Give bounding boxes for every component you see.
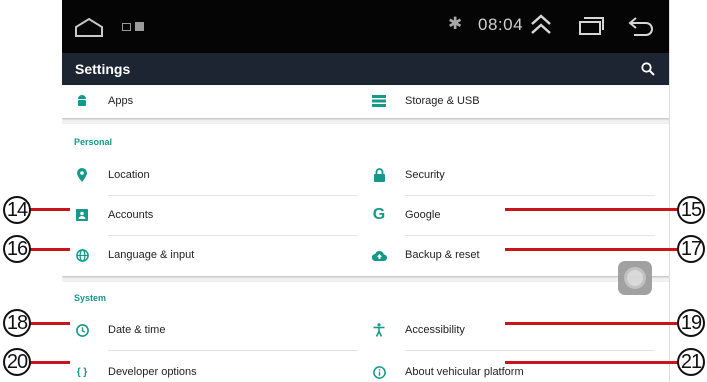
notification-icons [122,22,144,31]
settings-item-label: Accessibility [405,324,465,336]
callout-number: 15 [677,196,705,224]
callout-line [505,208,681,211]
settings-item-label: Google [405,209,441,221]
callout-number: 14 [3,196,31,224]
settings-item-label: About vehicular platform [405,366,524,378]
app-bar: Settings [62,53,669,85]
cloud-upload-icon [371,247,387,263]
callout-number: 19 [677,309,705,337]
settings-item-location[interactable]: Location [62,156,352,194]
settings-item-label: Apps [108,95,134,107]
settings-item-date-time[interactable]: Date & time [62,311,352,349]
storage-icon [371,93,387,109]
settings-item-label: Language & input [108,249,195,261]
page-title: Settings [75,61,131,77]
settings-item-label: Date & time [108,324,166,336]
double-chevron-up-icon[interactable] [528,12,554,38]
floating-assist-button[interactable] [618,261,652,295]
settings-card-device: Apps Storage & USB [62,82,669,120]
settings-card-personal: Personal Location Security Accounts G Go… [62,124,669,276]
settings-item-label: Backup & reset [405,249,480,261]
divider [108,350,358,351]
settings-item-label: Security [405,169,445,181]
settings-item-label: Accounts [108,209,154,221]
settings-item-label: Developer options [108,366,197,378]
home-icon[interactable] [74,16,104,38]
section-title-personal: Personal [74,137,113,147]
status-clock: 08:04 [478,15,524,34]
settings-item-accounts[interactable]: Accounts [62,196,352,234]
braces-icon: { } [76,366,88,378]
bluetooth-icon: ✱ [448,14,463,33]
section-title-system: System [74,293,107,303]
accessibility-icon [371,322,387,338]
search-icon[interactable] [640,61,656,77]
settings-item-backup[interactable]: Backup & reset [364,236,654,274]
google-icon: G [372,206,386,223]
notification-square-icon [135,22,144,31]
settings-item-label: Location [108,169,150,181]
account-icon [74,207,90,223]
globe-icon [74,247,90,263]
callout-number: 18 [3,309,31,337]
callout-number: 17 [677,235,705,263]
settings-item-about[interactable]: About vehicular platform [364,353,654,382]
callout-line [505,361,681,364]
settings-item-language[interactable]: Language & input [62,236,352,274]
callout-line [30,208,70,211]
clock-icon [74,322,90,338]
settings-item-label: Storage & USB [405,95,480,107]
settings-item-security[interactable]: Security [364,156,654,194]
callout-number: 16 [3,235,31,263]
status-bar: ✱ 08:04 [62,0,669,53]
info-icon [371,364,387,380]
callout-number: 21 [677,348,705,376]
callout-number: 20 [3,348,31,376]
android-icon [74,93,90,109]
divider [405,350,655,351]
assist-ring-icon [624,267,646,289]
settings-item-google[interactable]: G Google [364,196,654,234]
callout-line [30,248,70,251]
lock-icon [371,167,387,183]
callout-line [30,361,70,364]
callout-line [505,322,681,325]
recents-icon[interactable] [577,14,605,38]
callout-line [505,248,681,251]
settings-item-developer-options[interactable]: { } Developer options [62,353,352,382]
notification-image-icon [122,22,131,31]
location-pin-icon [74,167,90,183]
settings-card-system: System Date & time Accessibility { } Dev… [62,282,669,382]
callout-line [30,322,70,325]
settings-item-apps[interactable]: Apps [62,82,352,120]
settings-item-storage[interactable]: Storage & USB [364,82,654,120]
back-icon[interactable] [626,14,656,38]
settings-item-accessibility[interactable]: Accessibility [364,311,654,349]
